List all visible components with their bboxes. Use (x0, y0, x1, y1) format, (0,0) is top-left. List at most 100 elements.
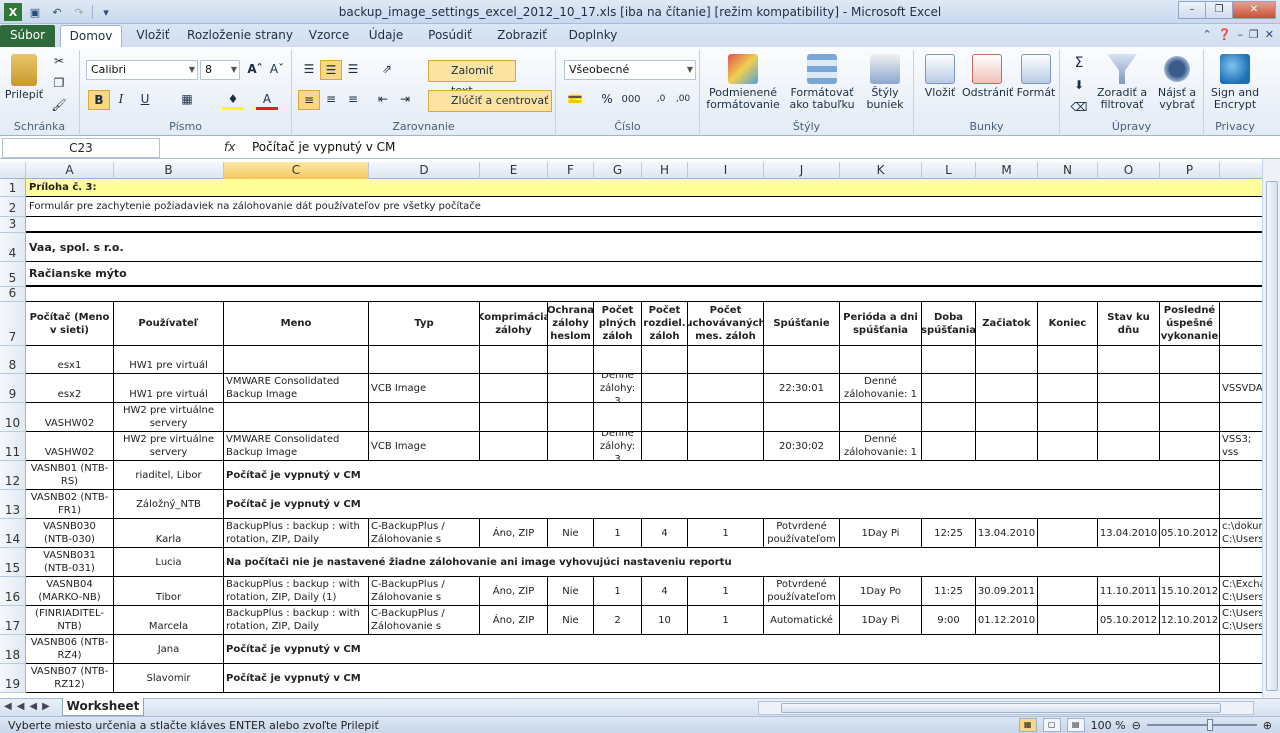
cell-h[interactable]: 10 (642, 606, 688, 634)
row-header-5[interactable]: 5 (0, 262, 26, 287)
orientation-icon[interactable]: ⇗ (376, 60, 398, 80)
normal-view-icon[interactable]: ▦ (1018, 718, 1037, 732)
insert-cells-button[interactable]: Vložiť (918, 54, 962, 99)
number-format-select[interactable]: Všeobecné ▼ (564, 60, 696, 80)
cell-p[interactable]: 15.10.2012 (1160, 577, 1220, 605)
cell-o[interactable]: Stav ku dňu (1098, 302, 1160, 345)
cell-f[interactable] (548, 374, 594, 402)
cell-g[interactable]: 1 (594, 519, 642, 547)
copy-icon[interactable]: ❐ (48, 74, 70, 94)
page-layout-icon[interactable]: ▢ (1042, 718, 1061, 732)
cell-e[interactable]: Komprimácia zálohy (480, 302, 548, 345)
zoom-out-icon[interactable]: ⊖ (1132, 719, 1141, 732)
cell-e[interactable] (480, 432, 548, 460)
column-header-m[interactable]: M (976, 162, 1038, 179)
cell-p[interactable]: 05.10.2012 (1160, 519, 1220, 547)
cell-b[interactable]: HW2 pre virtuálne servery (114, 432, 224, 460)
cell-k[interactable]: Denné zálohovanie: 1 (840, 432, 922, 460)
cell-q[interactable]: VSS3; vss (1220, 432, 1264, 460)
cell-n[interactable] (1038, 346, 1098, 373)
cell-c[interactable] (224, 403, 369, 431)
borders-icon[interactable]: ▦ (176, 90, 198, 110)
cell-m[interactable]: 13.04.2010 (976, 519, 1038, 547)
column-header-d[interactable]: D (369, 162, 480, 179)
cell-q[interactable]: C:\Excha C:\Users (1220, 577, 1264, 605)
doc-restore-icon[interactable]: ❐ (1249, 28, 1259, 41)
font-size-select[interactable]: 8 ▼ (200, 60, 240, 80)
doc-close-icon[interactable]: ✕ (1265, 28, 1274, 41)
cell-d[interactable]: C-BackupPlus / Zálohovanie s (369, 606, 480, 634)
cell-a4[interactable]: Vaa, spol. s r.o. (26, 233, 124, 261)
cell-o[interactable] (1098, 346, 1160, 373)
cell-b[interactable]: HW1 pre virtuál (114, 346, 224, 373)
cell-a1[interactable]: Príloha č. 3: (26, 179, 97, 196)
cell-k[interactable] (840, 403, 922, 431)
cell-p[interactable] (1160, 374, 1220, 402)
row-header-10[interactable]: 10 (0, 403, 26, 432)
find-select-button[interactable]: Nájsť a vybrať (1152, 54, 1202, 111)
clear-icon[interactable]: ⌫ (1068, 98, 1090, 118)
cell-o[interactable] (1098, 374, 1160, 402)
sheet-tab-worksheet[interactable]: Worksheet (62, 698, 144, 716)
cell-g[interactable] (594, 403, 642, 431)
cell-c[interactable]: Meno (224, 302, 369, 345)
cell-o[interactable] (1098, 432, 1160, 460)
cell-b[interactable]: Marcela (114, 606, 224, 634)
cell-m[interactable]: 01.12.2010 (976, 606, 1038, 634)
sign-encrypt-button[interactable]: Sign and Encrypt (1206, 54, 1264, 111)
row-header-6[interactable]: 6 (0, 286, 26, 302)
cell-q[interactable] (1220, 490, 1264, 518)
cell-b[interactable]: Tibor (114, 577, 224, 605)
cell-j[interactable]: Automatické (764, 606, 840, 634)
cell-i[interactable]: 1 (688, 519, 764, 547)
cell-q[interactable] (1220, 302, 1264, 345)
column-header-k[interactable]: K (840, 162, 922, 179)
column-header-g[interactable]: G (594, 162, 642, 179)
column-header-n[interactable]: N (1038, 162, 1098, 179)
percent-button[interactable]: % (596, 90, 618, 110)
conditional-format-button[interactable]: Podmienené formátovanie (706, 54, 780, 111)
font-color-icon[interactable]: A (256, 90, 278, 110)
column-header-o[interactable]: O (1098, 162, 1160, 179)
cell-d[interactable] (369, 403, 480, 431)
cell-j[interactable]: Spúšťanie (764, 302, 840, 345)
row-header-9[interactable]: 9 (0, 374, 26, 403)
cell-n[interactable] (1038, 606, 1098, 634)
insert-function-icon[interactable]: fx (224, 140, 235, 154)
format-painter-icon[interactable]: 🖌 (48, 96, 70, 116)
cell-b[interactable]: Jana (114, 635, 224, 663)
cell-c[interactable]: Počítač je vypnutý v CM (224, 461, 1220, 489)
cell-b[interactable]: Záložný_NTB (114, 490, 224, 518)
align-center-icon[interactable]: ≡ (320, 90, 342, 110)
row-header-2[interactable]: 2 (0, 197, 26, 217)
increase-decimal-icon[interactable]: ,0 (650, 90, 672, 110)
cell-d[interactable]: VCB Image (369, 432, 480, 460)
cell-p[interactable] (1160, 403, 1220, 431)
worksheet-grid[interactable]: ABCDEFGHIJKLMNOP 1 Príloha č. 3: 2 Formulár… (0, 159, 1280, 698)
cell-j[interactable]: 22:30:01 (764, 374, 840, 402)
cell-c[interactable]: BackupPlus : backup : with rotation, ZIP… (224, 519, 369, 547)
cell-l[interactable]: 12:25 (922, 519, 976, 547)
cell-d[interactable]: C-BackupPlus / Zálohovanie s (369, 577, 480, 605)
cell-q[interactable] (1220, 346, 1264, 373)
cell-b[interactable]: Karla (114, 519, 224, 547)
minimize-ribbon-icon[interactable]: ⌃ (1202, 28, 1211, 41)
cell-o[interactable]: 13.04.2010 (1098, 519, 1160, 547)
vertical-scrollbar[interactable] (1262, 159, 1280, 698)
cell-p[interactable]: 12.10.2012 (1160, 606, 1220, 634)
shrink-font-icon[interactable]: Aˇ (266, 60, 288, 80)
cell-a2[interactable]: Formulár pre zachytenie požiadaviek na z… (26, 197, 481, 216)
italic-button[interactable]: I (110, 90, 132, 110)
cell-k[interactable]: 1Day Po (840, 577, 922, 605)
cell-p[interactable] (1160, 432, 1220, 460)
column-header-e[interactable]: E (480, 162, 548, 179)
cell-q[interactable] (1220, 664, 1264, 692)
format-cells-button[interactable]: Formát (1014, 54, 1058, 99)
cell-a[interactable]: VASNB05 (FINRIADITEL-NTB) (26, 606, 114, 634)
cell-a[interactable]: VASNB06 (NTB-RZ4) (26, 635, 114, 663)
row-header-17[interactable]: 17 (0, 606, 26, 635)
row-header-14[interactable]: 14 (0, 519, 26, 548)
cell-g[interactable]: 2 (594, 606, 642, 634)
cell-h[interactable] (642, 374, 688, 402)
cut-icon[interactable]: ✂ (48, 52, 70, 72)
